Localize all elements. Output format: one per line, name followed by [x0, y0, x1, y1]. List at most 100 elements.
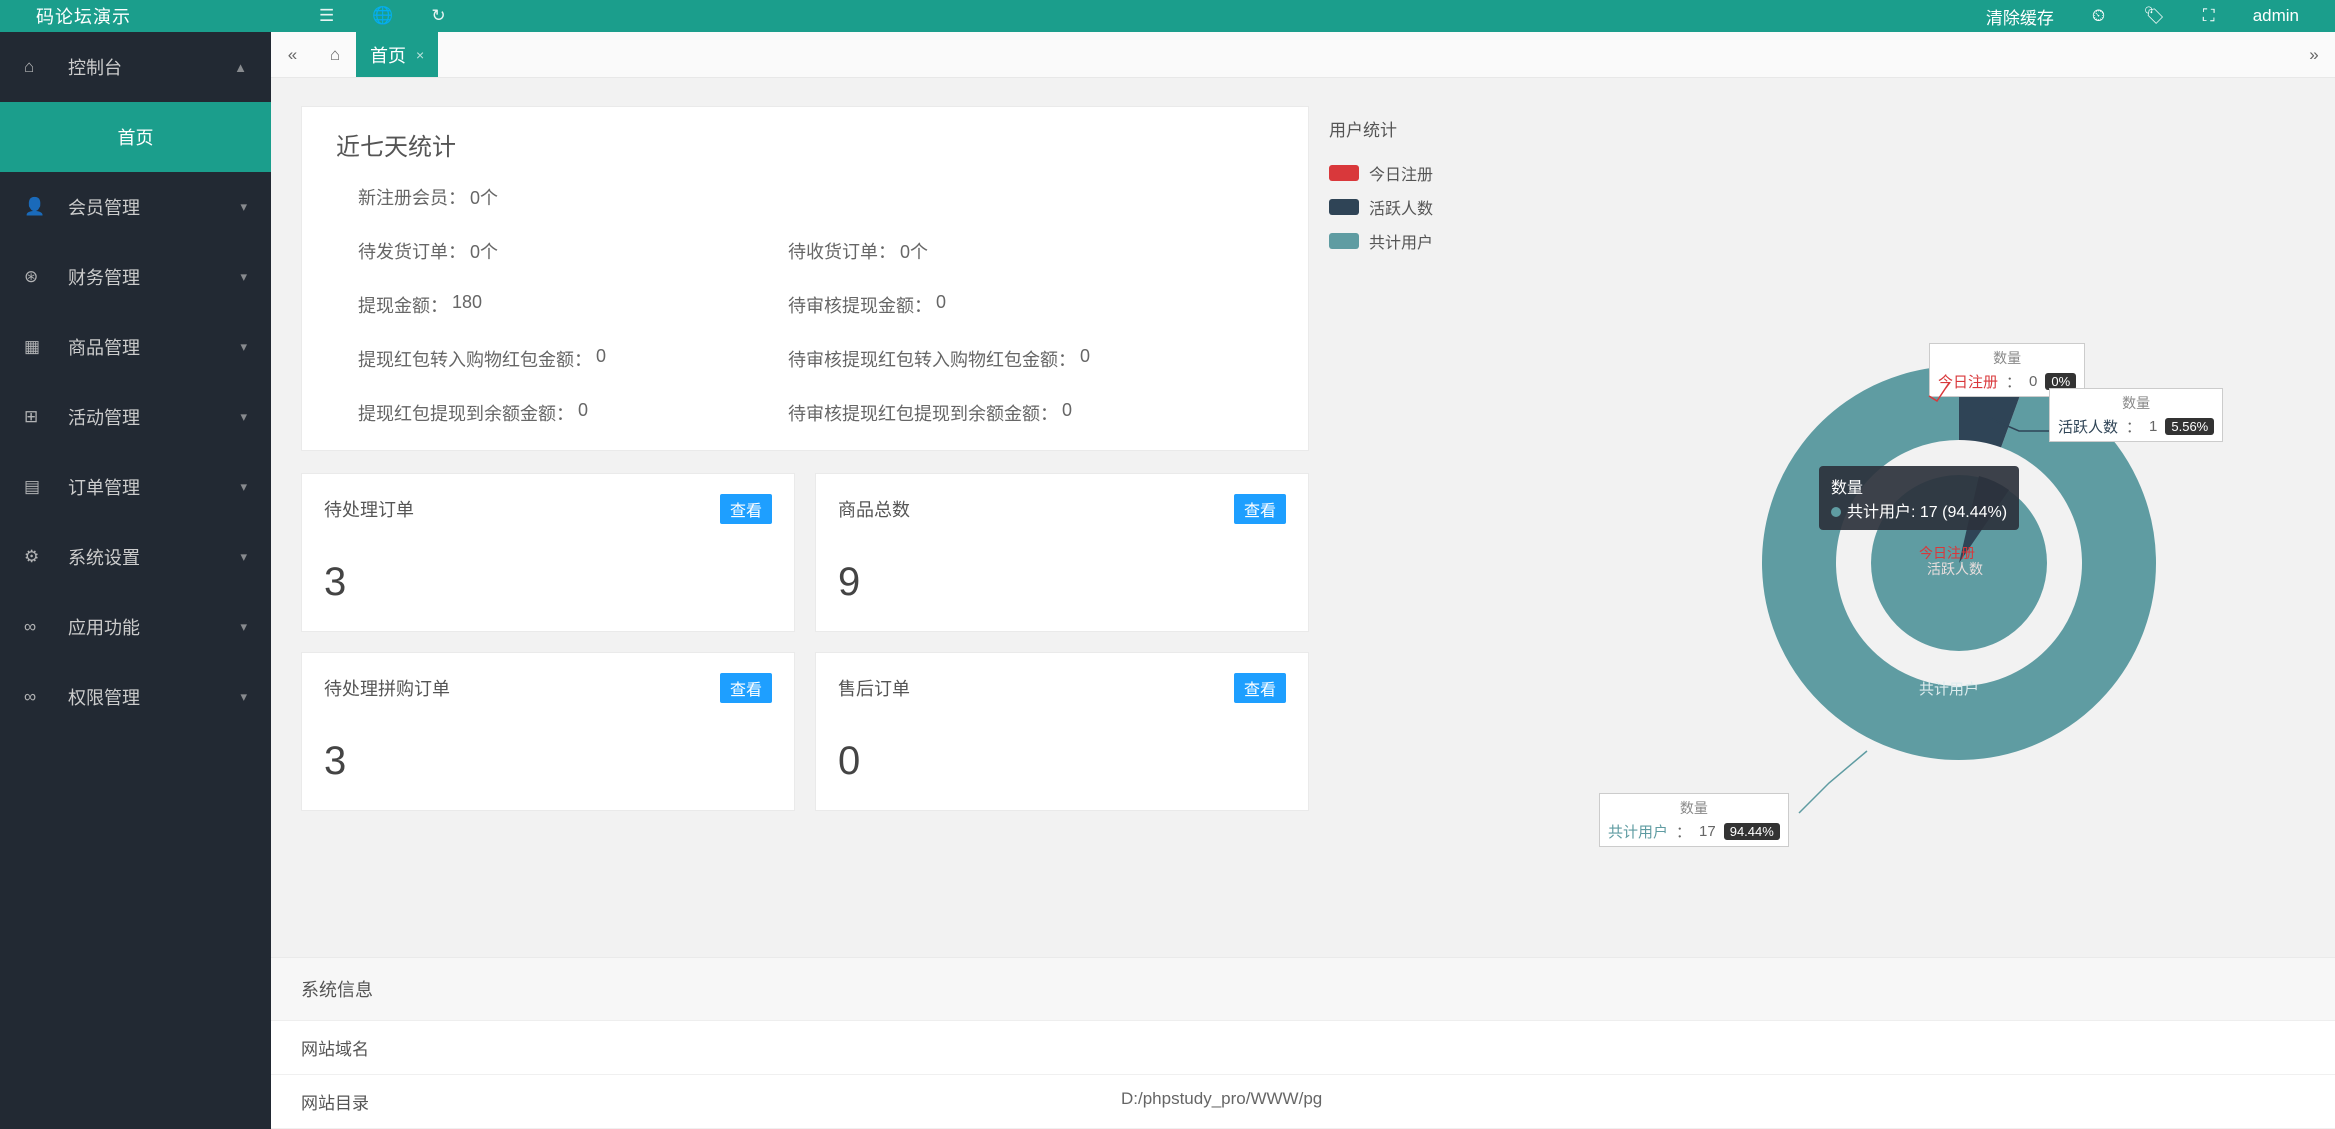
- user-icon: 👤: [24, 197, 48, 217]
- card-groupbuy-orders: 待处理拼购订单 查看 3: [301, 652, 795, 811]
- grid-icon: ▦: [24, 337, 48, 357]
- panel-title: 近七天统计: [302, 107, 1308, 184]
- dashboard-icon[interactable]: ⏲: [2092, 6, 2105, 26]
- sidebar-item-system[interactable]: ⚙ 系统设置 ▾: [0, 522, 271, 592]
- stat-label: 提现红包提现到余额金额：: [358, 400, 574, 426]
- stat-value: 0: [596, 346, 606, 372]
- view-button[interactable]: 查看: [720, 494, 772, 524]
- card-value: 0: [838, 739, 1286, 784]
- sidebar-item-activity[interactable]: ⊞ 活动管理 ▾: [0, 382, 271, 452]
- tabs-next-icon[interactable]: »: [2293, 32, 2335, 77]
- label-box-total: 数量 共计用户：17 94.44%: [1599, 793, 1789, 847]
- legend-swatch: [1329, 199, 1359, 215]
- header-right-group: 清除缓存 ⏲ 🏷 ⛶ admin: [1986, 4, 2335, 29]
- sysinfo-value: D:/phpstudy_pro/WWW/pg: [1121, 1089, 1322, 1114]
- label-value: 0: [2029, 373, 2037, 390]
- chevron-down-icon: ▾: [240, 619, 247, 635]
- tabs-prev-icon[interactable]: «: [271, 32, 314, 77]
- sidebar-item-label: 系统设置: [68, 544, 140, 570]
- legend-item-today[interactable]: 今日注册: [1329, 161, 2305, 185]
- link-icon: ∞: [24, 617, 48, 637]
- card-title: 待处理拼购订单: [324, 675, 450, 701]
- chevron-down-icon: ▾: [240, 339, 247, 355]
- card-title: 商品总数: [838, 496, 910, 522]
- sysinfo-title: 系统信息: [271, 958, 2335, 1021]
- label-value: 1: [2149, 418, 2157, 435]
- stat-value: 0: [936, 292, 946, 318]
- card-value: 3: [324, 739, 772, 784]
- card-aftersale-orders: 售后订单 查看 0: [815, 652, 1309, 811]
- logo-text: 码论坛演示: [0, 3, 271, 29]
- tooltip-title: 数量: [1831, 474, 2007, 498]
- sidebar-item-label: 会员管理: [68, 194, 140, 220]
- label-box-title: 数量: [1680, 798, 1708, 818]
- label-value: 17: [1699, 823, 1716, 840]
- sysinfo-row-path: 网站目录 D:/phpstudy_pro/WWW/pg: [271, 1075, 2335, 1129]
- stat-label: 待审核提现红包转入购物红包金额：: [788, 346, 1076, 372]
- view-button[interactable]: 查看: [1234, 673, 1286, 703]
- inner-label-active: 活跃人数: [1927, 559, 1983, 579]
- sidebar-item-home[interactable]: 首页: [0, 102, 271, 172]
- chart-legend: 今日注册 活跃人数 共计用户: [1329, 161, 2305, 253]
- sidebar-item-label: 财务管理: [68, 264, 140, 290]
- card-pending-orders: 待处理订单 查看 3: [301, 473, 795, 632]
- sidebar-item-permissions[interactable]: ∞ 权限管理 ▾: [0, 662, 271, 732]
- stat-value: 0个: [470, 238, 498, 264]
- view-button[interactable]: 查看: [1234, 494, 1286, 524]
- tag-icon[interactable]: 🏷: [2143, 6, 2165, 26]
- chevron-down-icon: ▾: [240, 479, 247, 495]
- tab-label: 首页: [370, 42, 406, 68]
- sidebar-item-orders[interactable]: ▤ 订单管理 ▾: [0, 452, 271, 522]
- label-name: 共计用户: [1608, 821, 1668, 842]
- stat-value: 0: [578, 400, 588, 426]
- sidebar-item-members[interactable]: 👤 会员管理 ▾: [0, 172, 271, 242]
- chevron-up-icon: ▲: [234, 60, 247, 75]
- chevron-down-icon: ▾: [240, 269, 247, 285]
- stat-label: 新注册会员：: [358, 184, 466, 210]
- sidebar-item-apps[interactable]: ∞ 应用功能 ▾: [0, 592, 271, 662]
- sysinfo-row-domain: 网站域名: [271, 1021, 2335, 1075]
- user-stats-panel: 用户统计 今日注册 活跃人数 共计用户: [1329, 106, 2305, 1101]
- view-button[interactable]: 查看: [720, 673, 772, 703]
- stat-label: 待审核提现红包提现到余额金额：: [788, 400, 1058, 426]
- sidebar-item-label: 订单管理: [68, 474, 140, 500]
- label-percent: 5.56%: [2165, 418, 2214, 435]
- label-name: 今日注册: [1938, 371, 1998, 392]
- close-icon[interactable]: ×: [416, 47, 424, 63]
- tab-bar: « ⌂ 首页 × »: [271, 32, 2335, 78]
- label-box-title: 数量: [2122, 393, 2150, 413]
- card-title: 待处理订单: [324, 496, 414, 522]
- calendar-icon: ⊞: [24, 407, 48, 427]
- donut-chart: 数量 共计用户: 17 (94.44%) 今日注册 活跃人数 共计用户 数量 今…: [1489, 253, 2305, 853]
- legend-swatch: [1329, 233, 1359, 249]
- sysinfo-label: 网站域名: [301, 1035, 1121, 1060]
- clear-cache-button[interactable]: 清除缓存: [1986, 4, 2054, 29]
- sidebar-item-label: 首页: [118, 124, 154, 150]
- sidebar-item-console[interactable]: ⌂ 控制台 ▲: [0, 32, 271, 102]
- legend-label: 共计用户: [1369, 229, 1433, 253]
- legend-item-active[interactable]: 活跃人数: [1329, 195, 2305, 219]
- tab-home-icon[interactable]: ⌂: [314, 32, 356, 77]
- legend-label: 活跃人数: [1369, 195, 1433, 219]
- card-value: 3: [324, 560, 772, 605]
- chevron-down-icon: ▾: [240, 549, 247, 565]
- chevron-down-icon: ▾: [240, 409, 247, 425]
- stat-label: 待收货订单：: [788, 238, 896, 264]
- stat-value: 0: [1062, 400, 1072, 426]
- stat-value: 0个: [470, 184, 498, 210]
- card-products-total: 商品总数 查看 9: [815, 473, 1309, 632]
- list-icon: ▤: [24, 477, 48, 497]
- legend-item-total[interactable]: 共计用户: [1329, 229, 2305, 253]
- label-name: 活跃人数: [2058, 416, 2118, 437]
- fullscreen-icon[interactable]: ⛶: [2203, 6, 2215, 26]
- sysinfo-label: 网站目录: [301, 1089, 1121, 1114]
- sidebar-item-products[interactable]: ▦ 商品管理 ▾: [0, 312, 271, 382]
- system-info-panel: 系统信息 网站域名 网站目录 D:/phpstudy_pro/WWW/pg: [271, 957, 2335, 1129]
- sidebar-item-finance[interactable]: ⊛ 财务管理 ▾: [0, 242, 271, 312]
- user-label[interactable]: admin: [2253, 6, 2299, 26]
- label-percent: 94.44%: [1724, 823, 1780, 840]
- toggle-sidebar-icon[interactable]: ☰: [319, 6, 334, 26]
- globe-icon[interactable]: 🌐: [372, 6, 393, 26]
- refresh-icon[interactable]: ↻: [431, 6, 445, 26]
- tab-home[interactable]: 首页 ×: [356, 32, 438, 77]
